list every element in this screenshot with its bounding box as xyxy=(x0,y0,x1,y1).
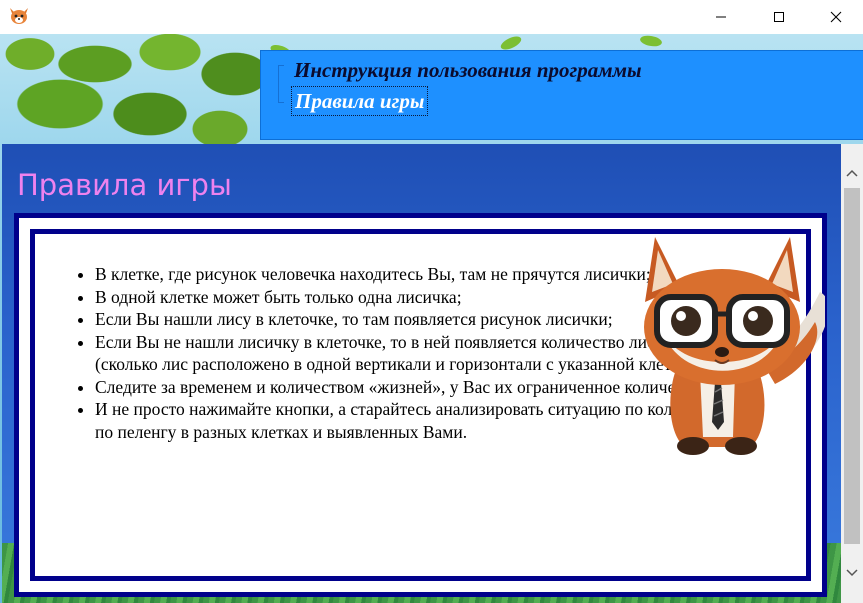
window-titlebar xyxy=(0,0,863,34)
rules-frame-inner: В клетке, где рисунок человечка находите… xyxy=(30,229,829,581)
maximize-icon xyxy=(774,12,784,22)
rules-frame: В клетке, где рисунок человечка находите… xyxy=(14,213,829,597)
minimize-button[interactable] xyxy=(698,0,744,34)
scroll-down-button[interactable] xyxy=(841,562,863,584)
maximize-button[interactable] xyxy=(756,0,802,34)
scroll-thumb[interactable] xyxy=(844,188,860,544)
leaf-image xyxy=(639,34,663,48)
menu-title[interactable]: Инструкция пользования программы xyxy=(294,58,642,83)
scroll-up-button[interactable] xyxy=(841,162,863,184)
menu-panel: Инструкция пользования программы Правила… xyxy=(260,50,863,140)
fox-with-glasses-image xyxy=(625,232,829,457)
rules-menu-link[interactable]: Правила игры xyxy=(291,86,429,116)
vertical-scrollbar[interactable] xyxy=(841,144,863,603)
chevron-down-icon xyxy=(846,569,858,577)
fox-app-icon xyxy=(9,7,29,25)
menu-bracket xyxy=(278,65,284,103)
page-heading: Правила игры xyxy=(17,168,232,202)
tree-foliage-image xyxy=(0,34,270,144)
close-icon xyxy=(830,11,842,23)
content-area: Правила игры В клетке, где рисунок челов… xyxy=(2,144,841,603)
chevron-up-icon xyxy=(846,169,858,177)
close-button[interactable] xyxy=(813,0,859,34)
minimize-icon xyxy=(716,16,726,18)
